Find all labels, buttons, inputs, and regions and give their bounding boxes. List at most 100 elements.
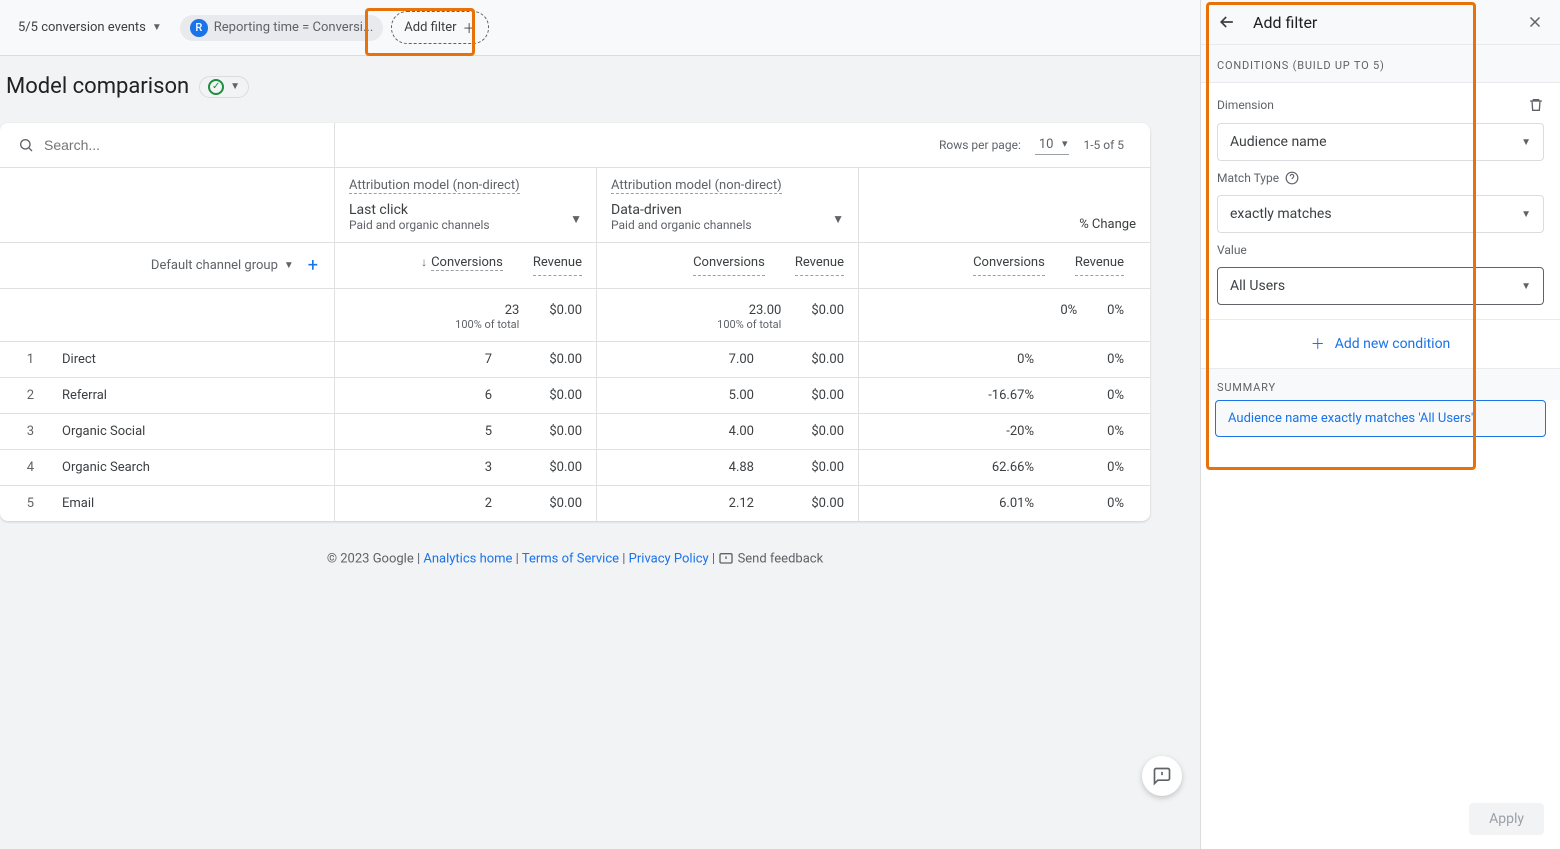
check-circle-icon: ✓ [208,79,224,95]
chevron-down-icon: ▼ [570,212,582,226]
col-revenue-a[interactable]: Revenue [533,255,582,276]
close-icon[interactable] [1526,13,1544,31]
row-change-conversions: 6.01% [974,496,1034,511]
col-revenue-change[interactable]: Revenue [1075,255,1124,276]
feedback-fab[interactable] [1142,756,1182,796]
row-dimension: Direct [62,352,96,367]
row-a-revenue: $0.00 [522,496,582,511]
pagination-range: 1-5 of 5 [1083,138,1124,152]
chevron-down-icon: ▼ [1521,281,1531,292]
conditions-section-label: CONDITIONS (BUILD UP TO 5) [1201,45,1560,83]
row-b-revenue: $0.00 [784,424,844,439]
add-condition-label: Add new condition [1335,336,1451,352]
row-dimension: Organic Search [62,460,150,475]
table-row: 3Organic Social 5$0.00 4.00$0.00 -20%0% [0,414,1150,450]
row-a-revenue: $0.00 [522,460,582,475]
footer-copyright: © 2023 Google [327,551,414,566]
chevron-down-icon: ▼ [1521,137,1531,148]
back-arrow-icon[interactable] [1217,12,1237,32]
table-row: 1Direct 7$0.00 7.00$0.00 0%0% [0,342,1150,378]
match-type-value: exactly matches [1230,206,1332,222]
row-index: 4 [18,460,34,475]
model-a-sub: Paid and organic channels [349,218,582,232]
feedback-icon [718,551,734,567]
reporting-time-label: Reporting time = Conversi... [214,20,373,35]
model-a-selector[interactable]: Attribution model (non-direct) Last clic… [335,168,597,242]
row-change-revenue: 0% [1064,388,1124,403]
row-change-revenue: 0% [1064,496,1124,511]
row-dimension: Email [62,496,94,511]
sort-arrow-icon: ↓ [421,255,427,269]
row-change-revenue: 0% [1064,460,1124,475]
row-b-revenue: $0.00 [784,388,844,403]
row-a-conversions: 6 [432,388,492,403]
value-select-value: All Users [1230,278,1285,294]
totals-b-conv-sub: 100% of total [717,318,781,331]
dimension-picker[interactable]: Default channel group ▼ [151,258,294,273]
reporting-time-chip[interactable]: R Reporting time = Conversi... [180,15,383,41]
reporting-badge: R [190,19,208,37]
delete-icon[interactable] [1528,97,1544,113]
totals-a-revenue: $0.00 [549,303,582,318]
col-revenue-b[interactable]: Revenue [795,255,844,276]
change-header: % Change [1079,217,1136,232]
apply-label: Apply [1489,811,1524,827]
rows-per-page-select[interactable]: 10 [1035,135,1070,155]
side-panel-title: Add filter [1253,13,1510,32]
row-b-conversions: 4.00 [694,424,754,439]
totals-change-conversions: 0% [1060,303,1077,331]
row-change-conversions: -16.67% [974,388,1034,403]
row-a-revenue: $0.00 [522,352,582,367]
search-icon [18,137,34,153]
search-box[interactable] [0,123,335,167]
row-a-conversions: 2 [432,496,492,511]
match-type-select[interactable]: exactly matches ▼ [1217,195,1544,233]
footer-feedback[interactable]: Send feedback [738,551,824,566]
row-b-conversions: 7.00 [694,352,754,367]
add-filter-button[interactable]: Add filter ＋ [391,11,488,44]
row-change-conversions: 62.66% [974,460,1034,475]
help-icon[interactable] [1285,171,1299,185]
model-a-name: Last click [349,202,582,218]
row-a-conversions: 5 [432,424,492,439]
value-select[interactable]: All Users ▼ [1217,267,1544,305]
row-a-conversions: 3 [432,460,492,475]
col-conversions-b[interactable]: Conversions [693,255,765,276]
plus-icon: ＋ [1311,334,1325,354]
footer-link-analytics-home[interactable]: Analytics home [423,551,512,566]
row-index: 1 [18,352,34,367]
row-change-revenue: 0% [1064,424,1124,439]
add-filter-label: Add filter [404,20,456,35]
footer-link-privacy[interactable]: Privacy Policy [629,551,709,566]
model-b-sub: Paid and organic channels [611,218,844,232]
chevron-down-icon: ▼ [832,212,844,226]
status-chip[interactable]: ✓ ▼ [199,76,249,98]
row-change-conversions: -20% [974,424,1034,439]
chevron-down-icon: ▼ [152,22,162,33]
table-row: 5Email 2$0.00 2.12$0.00 6.01%0% [0,486,1150,521]
summary-section-label: SUMMARY [1201,369,1560,400]
model-b-selector[interactable]: Attribution model (non-direct) Data-driv… [597,168,859,242]
search-input[interactable] [44,137,316,153]
model-header-label: Attribution model (non-direct) [611,178,782,194]
row-a-revenue: $0.00 [522,388,582,403]
add-dimension-button[interactable]: + [308,255,318,276]
value-field-label: Value [1217,243,1247,257]
summary-box: Audience name exactly matches 'All Users… [1215,400,1546,437]
apply-button[interactable]: Apply [1469,803,1544,835]
row-change-conversions: 0% [974,352,1034,367]
totals-a-conversions: 23 [505,303,520,318]
col-conversions-a[interactable]: Conversions [431,255,503,271]
row-b-conversions: 2.12 [694,496,754,511]
footer-link-terms[interactable]: Terms of Service [522,551,619,566]
col-conversions-change[interactable]: Conversions [973,255,1045,276]
add-condition-button[interactable]: ＋ Add new condition [1201,319,1560,369]
row-b-conversions: 5.00 [694,388,754,403]
page-title: Model comparison [6,74,189,99]
totals-row: 23100% of total $0.00 23.00100% of total… [0,289,1150,342]
dimension-select[interactable]: Audience name ▼ [1217,123,1544,161]
row-index: 5 [18,496,34,511]
totals-b-revenue: $0.00 [811,303,844,318]
conversion-events-chip[interactable]: 5/5 conversion events ▼ [8,16,172,39]
conversion-events-label: 5/5 conversion events [18,20,146,35]
